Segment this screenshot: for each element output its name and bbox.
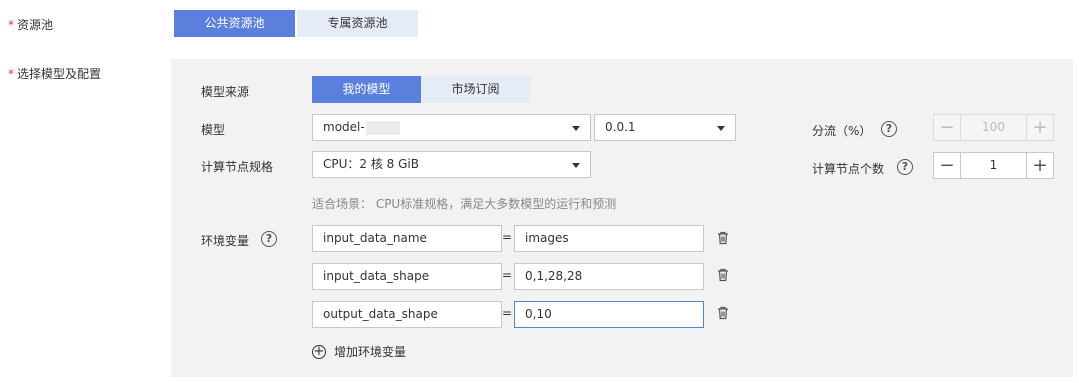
add-env-var-label: 增加环境变量 [334, 345, 407, 359]
traffic-label: 分流（%） [812, 124, 872, 138]
chevron-down-icon [572, 126, 580, 131]
node-count-plus-button[interactable]: + [1026, 153, 1053, 178]
env-value-input[interactable]: 0,1,28,28 [514, 263, 704, 290]
traffic-stepper: − 100 + [933, 114, 1054, 141]
node-count-label: 计算节点个数 [812, 162, 885, 176]
traffic-plus-button: + [1026, 115, 1053, 140]
traffic-value: 100 [982, 120, 1005, 134]
trash-icon[interactable] [716, 306, 730, 320]
model-label: 模型 [201, 123, 226, 137]
trash-icon[interactable] [716, 231, 730, 245]
model-version-value: 0.0.1 [605, 120, 636, 134]
model-select[interactable]: model- [312, 114, 591, 141]
model-select-value: model- [323, 120, 365, 134]
model-source-label: 模型来源 [201, 85, 250, 99]
env-value-input[interactable]: 0,10 [514, 301, 704, 328]
compute-spec-select[interactable]: CPU：2 核 8 GiB [312, 151, 591, 178]
tab-market-subscription[interactable]: 市场订阅 [421, 76, 530, 103]
equals-sign: = [501, 268, 513, 282]
compute-spec-value: CPU：2 核 8 GiB [323, 157, 419, 171]
env-vars-help-icon[interactable]: ? [261, 231, 277, 247]
resource-pool-label: * 资源池 [8, 18, 54, 32]
tab-my-model[interactable]: 我的模型 [312, 76, 421, 103]
equals-sign: = [501, 306, 513, 320]
env-key-input[interactable]: output_data_shape [312, 301, 502, 328]
compute-spec-hint: 适合场景： CPU标准规格，满足大多数模型的运行和预测 [312, 197, 617, 211]
env-key-input[interactable]: input_data_shape [312, 263, 502, 290]
node-count-help-icon[interactable]: ? [897, 159, 913, 175]
env-value-input[interactable]: images [514, 225, 704, 252]
redacted-model-name [365, 120, 400, 135]
traffic-help-icon[interactable]: ? [881, 121, 897, 137]
node-count-value[interactable]: 1 [961, 153, 1026, 178]
traffic-minus-button: − [934, 115, 961, 140]
env-key-input[interactable]: input_data_name [312, 225, 502, 252]
equals-sign: = [501, 230, 513, 244]
compute-spec-label: 计算节点规格 [201, 160, 274, 174]
node-count-minus-button[interactable]: − [934, 153, 961, 178]
chevron-down-icon [572, 163, 580, 168]
add-env-var-button[interactable]: + 增加环境变量 [312, 343, 406, 360]
plus-circle-icon: + [312, 343, 326, 359]
node-count-stepper: − 1 + [933, 152, 1054, 179]
model-config-panel: 模型来源 我的模型 市场订阅 模型 model- 0.0.1 分流（%） ? −… [171, 59, 1073, 377]
model-version-select[interactable]: 0.0.1 [594, 114, 736, 141]
required-mark: * [8, 67, 14, 81]
trash-icon[interactable] [716, 268, 730, 282]
model-config-label: * 选择模型及配置 [8, 67, 102, 81]
chevron-down-icon [717, 126, 725, 131]
required-mark: * [8, 18, 14, 32]
tab-dedicated-pool[interactable]: 专属资源池 [297, 10, 418, 37]
tab-public-pool[interactable]: 公共资源池 [174, 10, 295, 37]
env-vars-label: 环境变量 [201, 234, 250, 248]
